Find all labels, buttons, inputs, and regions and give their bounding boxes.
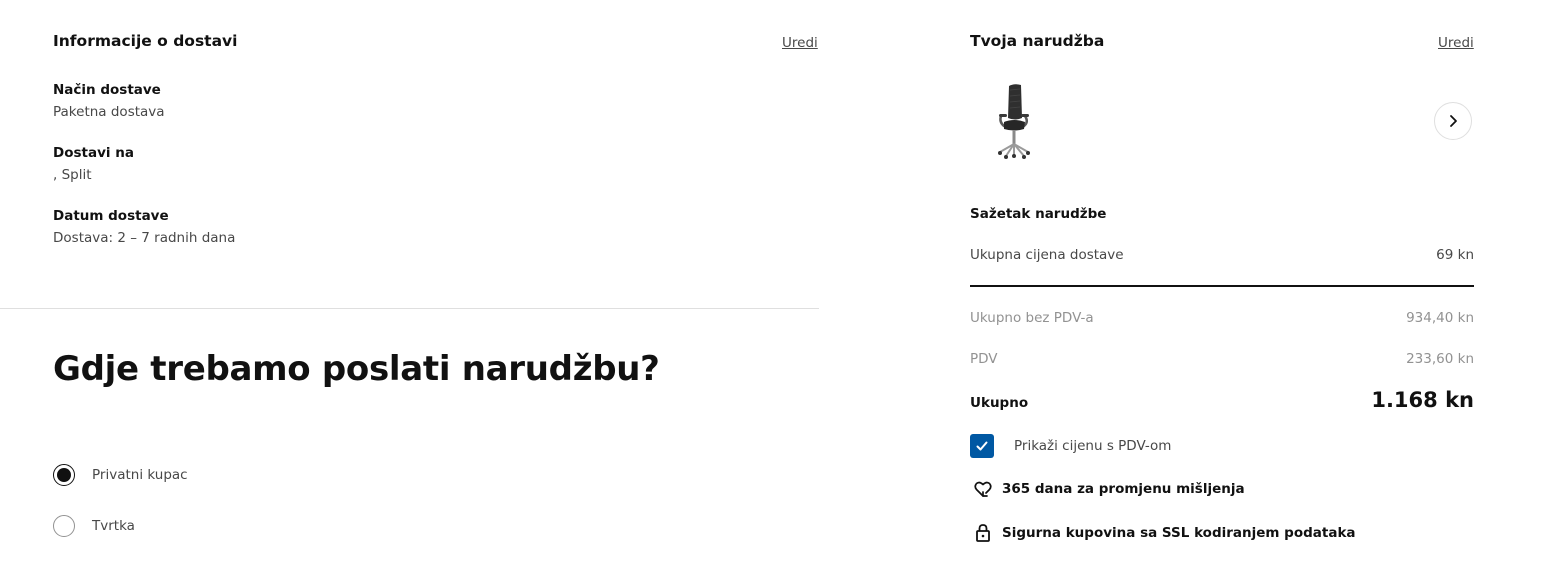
subtotal-value: 934,40 kn	[1406, 310, 1474, 326]
total-row: Ukupno 1.168 kn	[970, 388, 1474, 412]
office-chair-image	[998, 84, 1030, 159]
radio-selected-icon[interactable]	[53, 464, 75, 486]
delivery-column: Informacije o dostavi Uredi Način dostav…	[0, 0, 819, 568]
order-summary-title: Sažetak narudžbe	[970, 206, 1107, 222]
next-product-button[interactable]	[1434, 102, 1472, 140]
deliver-to-value: , Split	[53, 167, 92, 183]
summary-divider	[970, 285, 1474, 287]
chevron-right-icon	[1450, 115, 1457, 127]
subtotal-row: Ukupno bez PDV-a 934,40 kn	[970, 310, 1474, 326]
return-policy-label: 365 dana za promjenu mišljenja	[1002, 481, 1245, 497]
checkmark-icon	[976, 441, 988, 451]
subtotal-label: Ukupno bez PDV-a	[970, 310, 1094, 326]
delivery-method-value: Paketna dostava	[53, 104, 165, 120]
radio-company[interactable]: Tvrtka	[53, 515, 135, 537]
total-label: Ukupno	[970, 395, 1029, 411]
heart-return-icon	[972, 478, 994, 500]
delivery-price-label: Ukupna cijena dostave	[970, 247, 1124, 263]
delivery-method-block: Način dostave Paketna dostava	[53, 81, 165, 121]
order-column: Tvoja narudžba Uredi Sažetak narudžbe Uk…	[970, 0, 1474, 568]
edit-delivery-link[interactable]: Uredi	[782, 35, 818, 51]
delivery-method-label: Način dostave	[53, 82, 161, 98]
delivery-date-label: Datum dostave	[53, 208, 169, 224]
delivery-date-value: Dostava: 2 – 7 radnih dana	[53, 230, 236, 246]
edit-order-link[interactable]: Uredi	[1438, 35, 1474, 51]
radio-unselected-icon[interactable]	[53, 515, 75, 537]
lock-icon	[972, 522, 994, 544]
deliver-to-label: Dostavi na	[53, 145, 134, 161]
show-vat-checkbox-row[interactable]: Prikaži cijenu s PDV-om	[970, 434, 1171, 458]
deliver-to-block: Dostavi na , Split	[53, 144, 134, 184]
section-divider	[0, 308, 819, 309]
delivery-date-block: Datum dostave Dostava: 2 – 7 radnih dana	[53, 207, 235, 247]
radio-private-label: Privatni kupac	[92, 467, 188, 483]
order-title: Tvoja narudžba	[970, 32, 1105, 50]
delivery-price-value: 69 kn	[1436, 247, 1474, 263]
vat-row: PDV 233,60 kn	[970, 351, 1474, 367]
secure-purchase-row: Sigurna kupovina sa SSL kodiranjem podat…	[972, 522, 1356, 544]
radio-private-customer[interactable]: Privatni kupac	[53, 464, 188, 486]
delivery-info-title: Informacije o dostavi	[53, 32, 238, 50]
secure-purchase-label: Sigurna kupovina sa SSL kodiranjem podat…	[1002, 525, 1356, 541]
shipping-question-heading: Gdje trebamo poslati narudžbu?	[53, 349, 660, 389]
total-value: 1.168 kn	[1371, 388, 1474, 412]
return-policy-row: 365 dana za promjenu mišljenja	[972, 478, 1245, 500]
radio-company-label: Tvrtka	[92, 518, 135, 534]
vat-value: 233,60 kn	[1406, 351, 1474, 367]
show-vat-label: Prikaži cijenu s PDV-om	[1014, 438, 1172, 454]
vat-label: PDV	[970, 351, 998, 367]
delivery-price-row: Ukupna cijena dostave 69 kn	[970, 247, 1474, 263]
show-vat-checkbox[interactable]	[970, 434, 994, 458]
checkout-page: Informacije o dostavi Uredi Način dostav…	[0, 0, 1561, 568]
